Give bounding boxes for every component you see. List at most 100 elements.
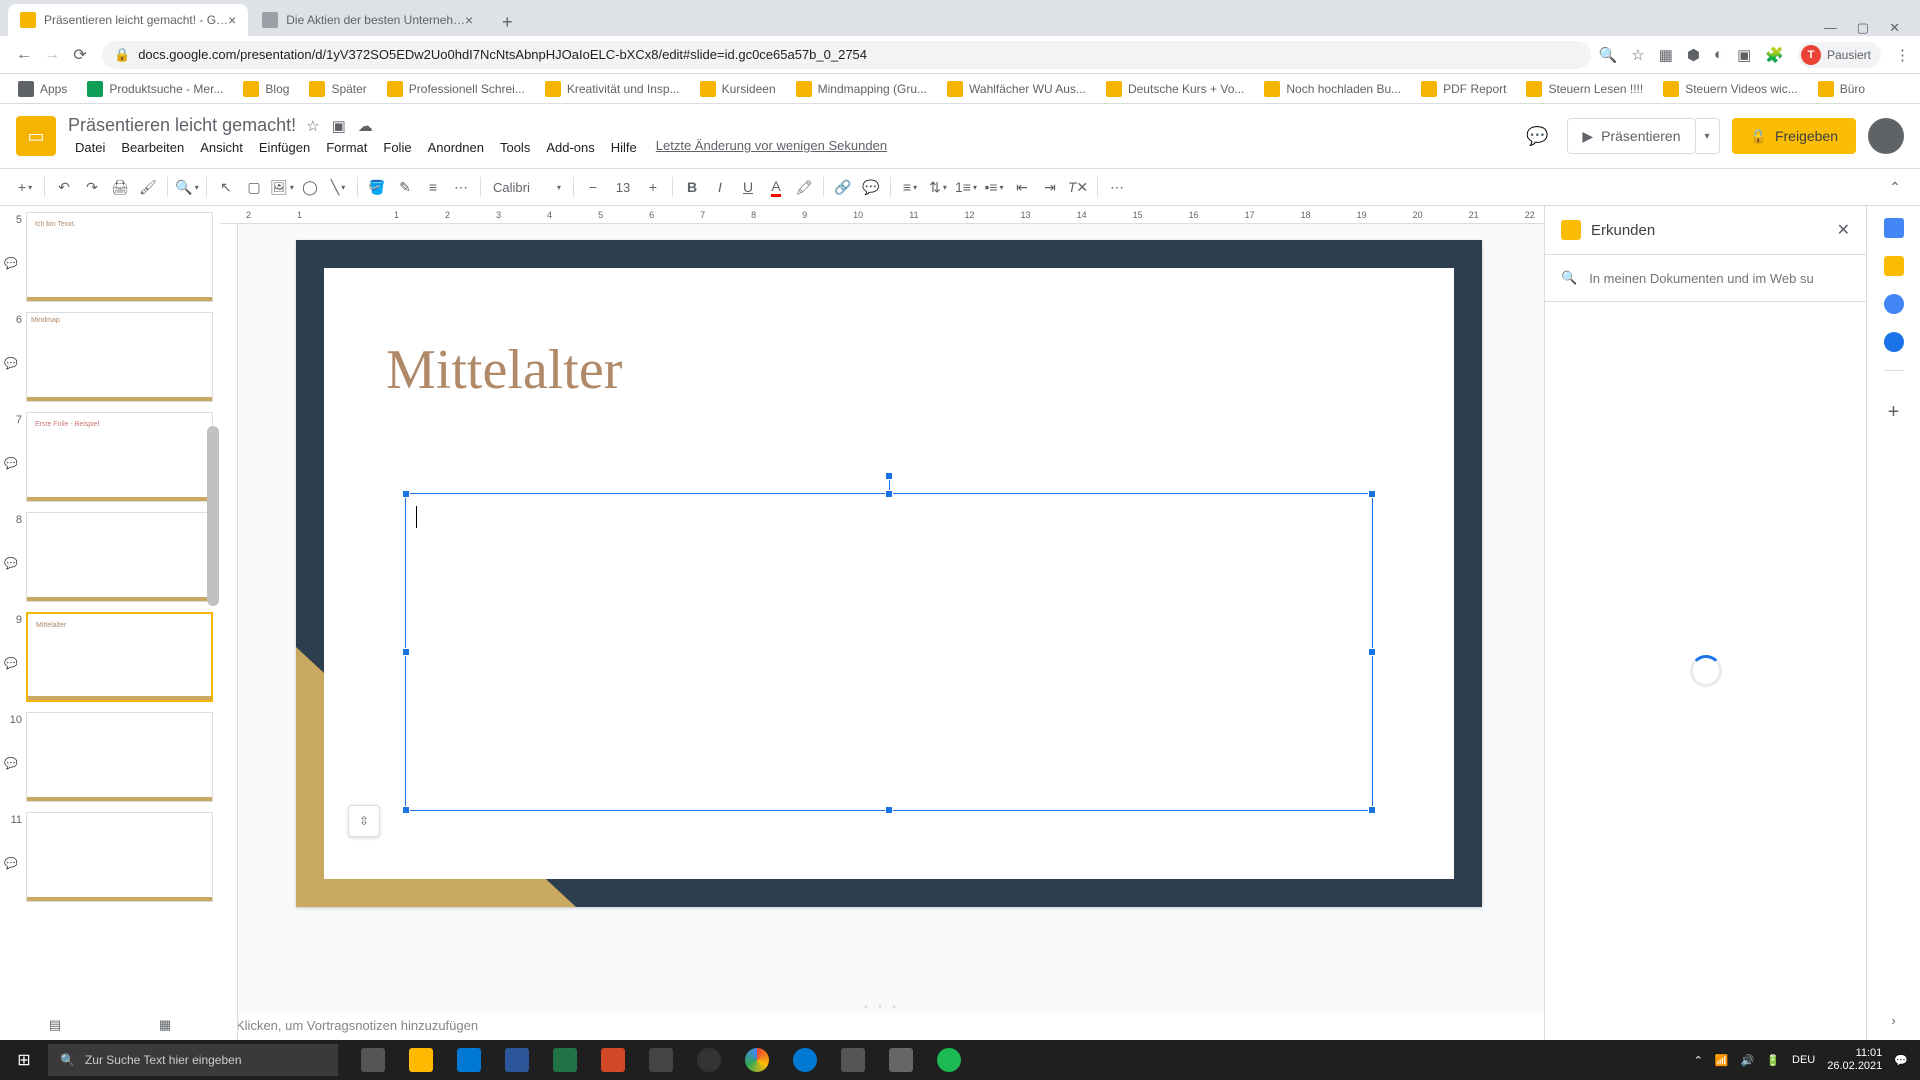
- line-tool[interactable]: ╲: [325, 174, 351, 200]
- text-color-button[interactable]: A: [763, 174, 789, 200]
- document-title[interactable]: Präsentieren leicht gemacht!: [68, 115, 296, 136]
- taskbar-app-spotify[interactable]: [926, 1040, 972, 1080]
- menu-tools[interactable]: Tools: [493, 138, 537, 157]
- slide-thumbnail[interactable]: 5 Ich bin Texxt. 💬: [6, 212, 213, 302]
- extensions-icon[interactable]: 🧩: [1765, 46, 1784, 64]
- font-size-input[interactable]: 13: [608, 174, 638, 200]
- slide-title-text[interactable]: Mittelalter: [386, 338, 622, 402]
- bookmark-item[interactable]: Büro: [1810, 77, 1873, 101]
- scrollbar-thumb[interactable]: [207, 426, 219, 606]
- comment-indicator-icon[interactable]: 💬: [4, 257, 18, 270]
- move-icon[interactable]: ▣: [332, 117, 346, 135]
- start-button[interactable]: ⊞: [0, 1040, 48, 1080]
- adblock-icon[interactable]: ⬢: [1687, 46, 1700, 64]
- select-tool[interactable]: ↖: [213, 174, 239, 200]
- slide-thumbnail[interactable]: 11 💬: [6, 812, 213, 902]
- resize-handle[interactable]: [402, 806, 410, 814]
- align-button[interactable]: ≡: [897, 174, 923, 200]
- shape-tool[interactable]: ◯: [297, 174, 323, 200]
- zoom-icon[interactable]: 🔍: [1599, 46, 1618, 64]
- resize-handle[interactable]: [1368, 648, 1376, 656]
- bold-button[interactable]: B: [679, 174, 705, 200]
- undo-button[interactable]: ↶: [51, 174, 77, 200]
- font-select[interactable]: Calibri: [487, 174, 567, 200]
- margin-tool[interactable]: ⇳: [348, 805, 380, 837]
- selected-textbox[interactable]: [405, 493, 1373, 811]
- user-avatar[interactable]: [1868, 118, 1904, 154]
- border-dash-button[interactable]: ⋯: [448, 174, 474, 200]
- clear-format-button[interactable]: T✕: [1065, 174, 1091, 200]
- redo-button[interactable]: ↷: [79, 174, 105, 200]
- contacts-icon[interactable]: [1884, 332, 1904, 352]
- border-weight-button[interactable]: ≡: [420, 174, 446, 200]
- slide-thumbnail[interactable]: 10 💬: [6, 712, 213, 802]
- tray-chevron-icon[interactable]: ⌃: [1694, 1054, 1703, 1067]
- last-edit-info[interactable]: Letzte Änderung vor wenigen Sekunden: [656, 138, 887, 157]
- taskbar-app[interactable]: [782, 1040, 828, 1080]
- menu-arrange[interactable]: Anordnen: [421, 138, 491, 157]
- bookmark-item[interactable]: Kreativität und Insp...: [537, 77, 688, 101]
- notes-drag-handle[interactable]: • • •: [220, 1002, 1544, 1012]
- taskbar-app[interactable]: [878, 1040, 924, 1080]
- bookmark-item[interactable]: Produktsuche - Mer...: [79, 77, 231, 101]
- bookmark-item[interactable]: Steuern Lesen !!!!: [1518, 77, 1651, 101]
- star-icon[interactable]: ☆: [1631, 46, 1644, 64]
- resize-handle[interactable]: [1368, 806, 1376, 814]
- bookmark-item[interactable]: Steuern Videos wic...: [1655, 77, 1806, 101]
- resize-handle[interactable]: [1368, 490, 1376, 498]
- indent-increase-button[interactable]: ⇥: [1037, 174, 1063, 200]
- collapse-rail-button[interactable]: ›: [1891, 1013, 1895, 1028]
- extension-icon[interactable]: ◐: [1714, 46, 1723, 63]
- comment-indicator-icon[interactable]: 💬: [4, 757, 18, 770]
- rotate-handle[interactable]: [885, 472, 893, 480]
- collapse-toolbar-button[interactable]: ⌃: [1882, 174, 1908, 200]
- bookmark-item[interactable]: Professionell Schrei...: [379, 77, 533, 101]
- print-button[interactable]: 🖨: [107, 174, 133, 200]
- new-slide-button[interactable]: +: [12, 174, 38, 200]
- bookmark-item[interactable]: PDF Report: [1413, 77, 1514, 101]
- menu-edit[interactable]: Bearbeiten: [114, 138, 191, 157]
- bookmark-item[interactable]: Blog: [235, 77, 297, 101]
- speaker-notes[interactable]: Klicken, um Vortragsnotizen hinzuzufügen: [220, 1012, 1544, 1040]
- zoom-button[interactable]: 🔍: [174, 174, 200, 200]
- taskbar-app[interactable]: [446, 1040, 492, 1080]
- tray-wifi-icon[interactable]: 📶: [1715, 1054, 1729, 1067]
- browser-tab-inactive[interactable]: Die Aktien der besten Unterneh… ×: [250, 4, 485, 36]
- taskbar-app[interactable]: [590, 1040, 636, 1080]
- numbered-list-button[interactable]: 1≡: [953, 174, 979, 200]
- bookmark-item[interactable]: Mindmapping (Gru...: [788, 77, 935, 101]
- bullet-list-button[interactable]: •≡: [981, 174, 1007, 200]
- tasks-icon[interactable]: [1884, 294, 1904, 314]
- line-spacing-button[interactable]: ⇅: [925, 174, 951, 200]
- taskbar-app[interactable]: [542, 1040, 588, 1080]
- bookmark-item[interactable]: Deutsche Kurs + Vo...: [1098, 77, 1252, 101]
- comment-button[interactable]: 💬: [858, 174, 884, 200]
- comment-indicator-icon[interactable]: 💬: [4, 557, 18, 570]
- taskbar-app[interactable]: [830, 1040, 876, 1080]
- menu-icon[interactable]: ⋮: [1895, 46, 1910, 64]
- border-color-button[interactable]: ✎: [392, 174, 418, 200]
- comment-indicator-icon[interactable]: 💬: [4, 457, 18, 470]
- highlight-button[interactable]: 🖍: [791, 174, 817, 200]
- taskbar-app[interactable]: [686, 1040, 732, 1080]
- close-icon[interactable]: ✕: [1837, 220, 1850, 240]
- bookmark-item[interactable]: Wahlfächer WU Aus...: [939, 77, 1094, 101]
- tray-language[interactable]: DEU: [1792, 1054, 1815, 1066]
- menu-insert[interactable]: Einfügen: [252, 138, 317, 157]
- present-button[interactable]: ▶ Präsentieren: [1567, 118, 1695, 154]
- slide-thumbnail[interactable]: 6 Mindmap 💬: [6, 312, 213, 402]
- resize-handle[interactable]: [885, 806, 893, 814]
- bookmark-item[interactable]: Später: [301, 77, 374, 101]
- slide-filmstrip[interactable]: 5 Ich bin Texxt. 💬 6 Mindmap 💬 7 Erste F…: [0, 206, 220, 1040]
- qr-icon[interactable]: ▦: [1659, 46, 1673, 64]
- resize-handle[interactable]: [885, 490, 893, 498]
- extension-icon[interactable]: ▣: [1737, 46, 1751, 64]
- star-icon[interactable]: ☆: [306, 117, 319, 135]
- explore-search-input[interactable]: [1589, 271, 1850, 286]
- menu-slide[interactable]: Folie: [376, 138, 418, 157]
- maximize-icon[interactable]: ▢: [1857, 20, 1869, 36]
- tray-notifications-icon[interactable]: 💬: [1894, 1054, 1908, 1067]
- taskbar-app[interactable]: [494, 1040, 540, 1080]
- menu-file[interactable]: Datei: [68, 138, 112, 157]
- tray-clock[interactable]: 11:01 26.02.2021: [1827, 1047, 1882, 1073]
